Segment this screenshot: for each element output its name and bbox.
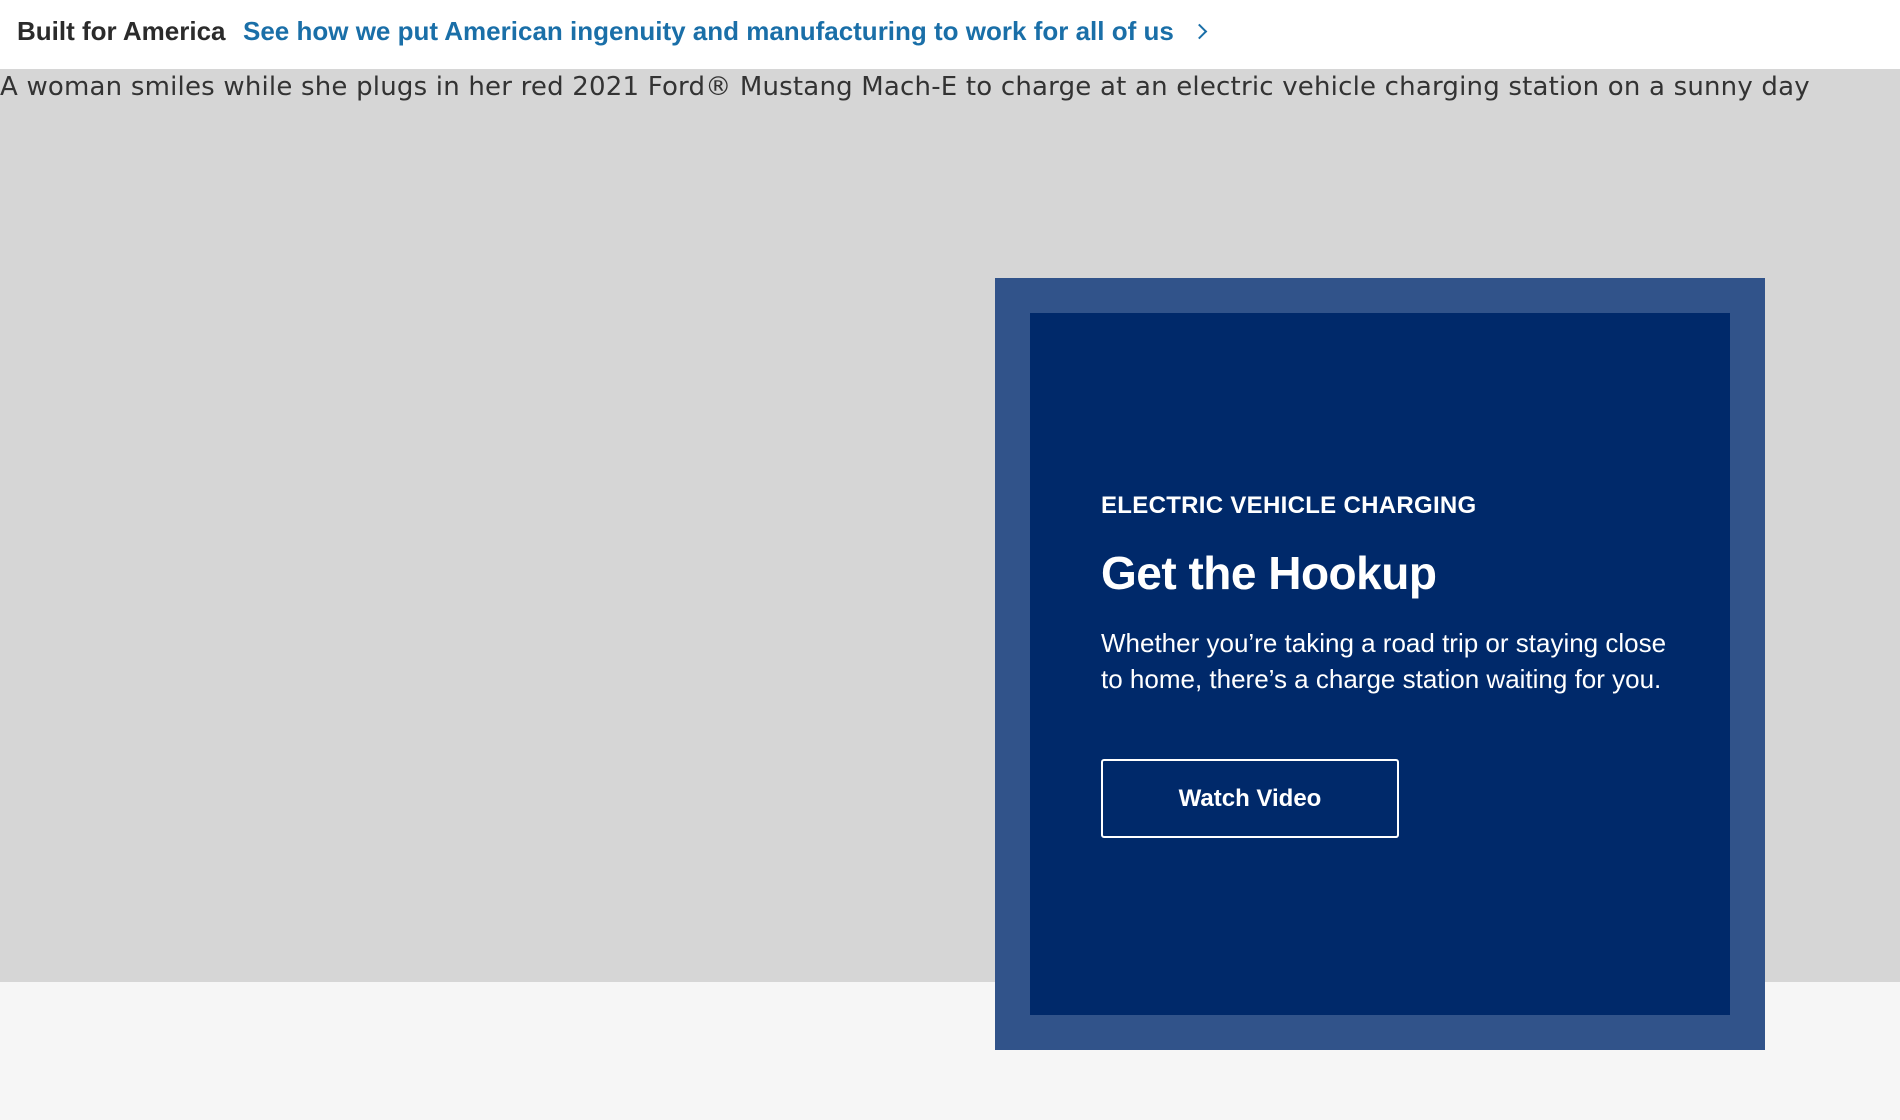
banner-title: Built for America	[17, 16, 226, 46]
banner-link-text: See how we put American ingenuity and ma…	[243, 16, 1174, 46]
card-eyebrow: ELECTRIC VEHICLE CHARGING	[1101, 492, 1477, 519]
banner-link[interactable]: See how we put American ingenuity and ma…	[243, 16, 1208, 47]
chevron-right-icon	[1191, 23, 1208, 40]
card-headline: Get the Hookup	[1101, 547, 1437, 599]
watch-video-button[interactable]: Watch Video	[1101, 759, 1399, 838]
hero-image-alt-text: A woman smiles while she plugs in her re…	[0, 72, 1810, 102]
card-body-text: Whether you’re taking a road trip or sta…	[1101, 628, 1667, 694]
top-banner: Built for America See how we put America…	[0, 0, 1900, 69]
